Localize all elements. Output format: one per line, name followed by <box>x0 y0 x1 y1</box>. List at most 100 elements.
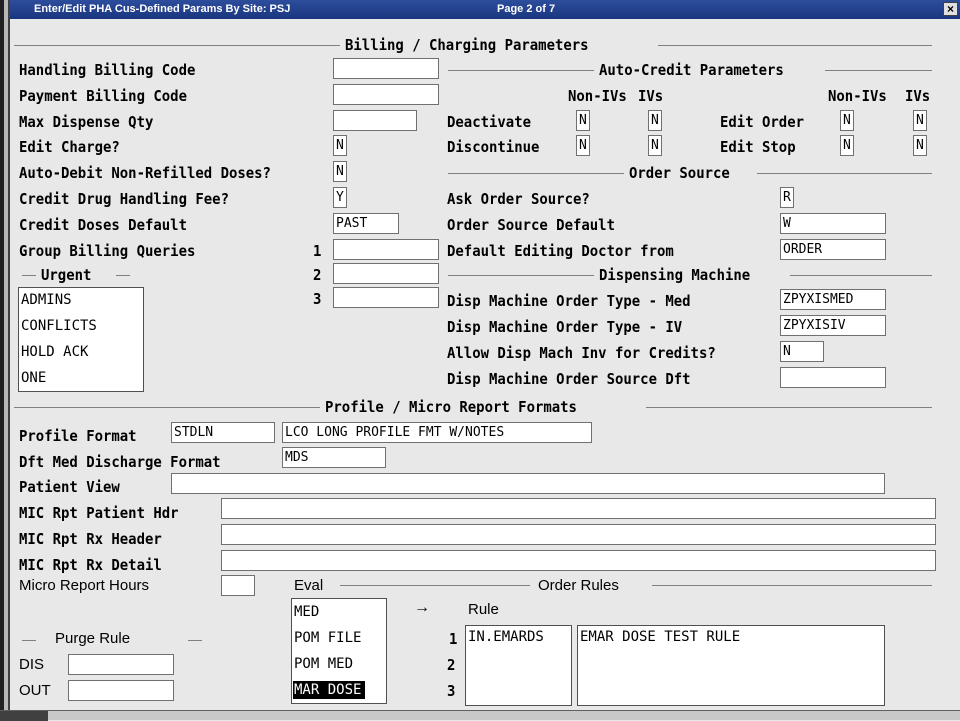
urgent-title: Urgent <box>41 266 92 284</box>
editing-doctor-field[interactable]: ORDER <box>780 239 886 260</box>
dispensing-rule-left <box>448 275 594 276</box>
disp-type-med-label: Disp Machine Order Type - Med <box>447 292 691 310</box>
group-billing-query-num-1: 1 <box>313 242 322 260</box>
deactivate-ivs-field[interactable]: N <box>648 110 662 131</box>
urgent-rule-left <box>22 275 36 276</box>
payment-billing-code-label: Payment Billing Code <box>19 87 187 105</box>
allow-disp-inv-field[interactable]: N <box>780 341 824 362</box>
urgent-item[interactable]: CONFLICTS <box>20 317 97 335</box>
order-rules-rule-left <box>340 585 530 586</box>
eval-listbox[interactable]: MED POM FILE POM MED MAR DOSE <box>291 598 387 704</box>
disp-type-iv-field[interactable]: ZPYXISIV <box>780 315 886 336</box>
mic-rx-detail-label: MIC Rpt Rx Detail <box>19 556 162 574</box>
order-rule-description: EMAR DOSE TEST RULE <box>580 629 741 645</box>
edit-charge-label: Edit Charge? <box>19 138 120 156</box>
dispensing-rule-right <box>790 275 932 276</box>
discontinue-label: Discontinue <box>447 138 540 156</box>
billing-rule-left <box>14 45 340 46</box>
auto-credit-col-nonivs-2: Non-IVs <box>828 87 887 105</box>
credit-doses-default-field[interactable]: PAST <box>333 213 399 234</box>
purge-out-field[interactable] <box>68 680 174 701</box>
micro-report-hours-field[interactable] <box>221 575 255 596</box>
disp-source-dft-field[interactable] <box>780 367 886 388</box>
purge-rule-left <box>22 640 36 641</box>
group-billing-queries-label: Group Billing Queries <box>19 242 196 260</box>
order-rule-desc-list: EMAR DOSE TEST RULE <box>577 625 885 706</box>
eval-item-selected[interactable]: MAR DOSE <box>293 681 366 699</box>
dft-med-discharge-field[interactable]: MDS <box>282 447 386 468</box>
auto-credit-col-ivs-2: IVs <box>905 87 931 105</box>
handling-billing-code-label: Handling Billing Code <box>19 61 196 79</box>
order-source-default-field[interactable]: W <box>780 213 886 234</box>
params-window: Enter/Edit PHA Cus-Defined Params By Sit… <box>10 0 960 710</box>
order-source-rule-right <box>757 173 932 174</box>
handling-billing-code-field[interactable] <box>333 58 439 79</box>
patient-view-field[interactable] <box>171 473 885 494</box>
status-strip <box>0 710 960 721</box>
discontinue-nonivs-field[interactable]: N <box>576 135 590 156</box>
eval-item[interactable]: POM MED <box>293 655 353 673</box>
rule-column-header: Rule <box>468 601 499 618</box>
disp-source-dft-label: Disp Machine Order Source Dft <box>447 370 691 388</box>
deactivate-label: Deactivate <box>447 113 531 131</box>
urgent-item[interactable]: ADMINS <box>20 291 72 309</box>
mic-patient-hdr-field[interactable] <box>221 498 936 519</box>
purge-dis-field[interactable] <box>68 654 174 675</box>
allow-disp-inv-label: Allow Disp Mach Inv for Credits? <box>447 344 716 362</box>
edit-order-ivs-field[interactable]: N <box>913 110 927 131</box>
auto-credit-col-ivs: IVs <box>638 87 664 105</box>
editing-doctor-label: Default Editing Doctor from <box>447 242 674 260</box>
order-rule-code-list[interactable]: IN.EMARDS <box>465 625 572 706</box>
edit-stop-ivs-field[interactable]: N <box>913 135 927 156</box>
eval-title: Eval <box>294 577 324 594</box>
urgent-item[interactable]: ONE <box>20 369 46 387</box>
left-frame-edge <box>0 0 10 720</box>
auto-credit-title: Auto-Credit Parameters <box>599 61 784 79</box>
discontinue-ivs-field[interactable]: N <box>648 135 662 156</box>
mic-rx-detail-field[interactable] <box>221 550 936 571</box>
order-rule-num-3: 3 <box>447 682 456 700</box>
dispensing-title: Dispensing Machine <box>599 266 751 284</box>
auto-credit-rule-right <box>825 70 932 71</box>
purge-dis-label: DIS <box>19 656 45 673</box>
auto-credit-rule-left <box>448 70 594 71</box>
title-bar: Enter/Edit PHA Cus-Defined Params By Sit… <box>10 0 960 19</box>
micro-report-hours-label: Micro Report Hours <box>19 577 150 594</box>
order-source-rule-left <box>448 173 624 174</box>
disp-type-iv-label: Disp Machine Order Type - IV <box>447 318 683 336</box>
eval-item[interactable]: MED <box>293 603 319 621</box>
urgent-rule-right <box>116 275 130 276</box>
mic-rx-header-field[interactable] <box>221 524 936 545</box>
window-title: Enter/Edit PHA Cus-Defined Params By Sit… <box>34 3 291 15</box>
profile-format-code-field[interactable]: STDLN <box>171 422 275 443</box>
urgent-listbox[interactable]: ADMINS CONFLICTS HOLD ACK ONE <box>18 287 144 392</box>
close-button[interactable]: × <box>943 2 958 16</box>
order-rules-title: Order Rules <box>538 577 619 594</box>
group-billing-query-field-3[interactable] <box>333 287 439 308</box>
disp-type-med-field[interactable]: ZPYXISMED <box>780 289 886 310</box>
auto-credit-col-nonivs: Non-IVs <box>568 87 627 105</box>
group-billing-query-field-2[interactable] <box>333 263 439 284</box>
profile-rule-left <box>14 407 320 408</box>
left-frame-stripe <box>0 0 4 720</box>
max-dispense-qty-field[interactable] <box>333 110 417 131</box>
order-rule-code[interactable]: IN.EMARDS <box>467 628 544 646</box>
edit-order-nonivs-field[interactable]: N <box>840 110 854 131</box>
deactivate-nonivs-field[interactable]: N <box>576 110 590 131</box>
urgent-item[interactable]: HOLD ACK <box>20 343 88 361</box>
page-indicator: Page 2 of 7 <box>497 3 556 15</box>
group-billing-query-field-1[interactable] <box>333 239 439 260</box>
dft-med-discharge-label: Dft Med Discharge Format <box>19 453 221 471</box>
credit-doses-default-label: Credit Doses Default <box>19 216 187 234</box>
credit-drug-fee-field[interactable]: Y <box>333 187 347 208</box>
edit-charge-field[interactable]: N <box>333 135 347 156</box>
payment-billing-code-field[interactable] <box>333 84 439 105</box>
eval-item[interactable]: POM FILE <box>293 629 361 647</box>
profile-format-desc-field: LCO LONG PROFILE FMT W/NOTES <box>282 422 592 443</box>
ask-order-source-label: Ask Order Source? <box>447 190 590 208</box>
ask-order-source-field[interactable]: R <box>780 187 794 208</box>
auto-debit-field[interactable]: N <box>333 161 347 182</box>
edit-stop-nonivs-field[interactable]: N <box>840 135 854 156</box>
order-source-title: Order Source <box>629 164 730 182</box>
group-billing-query-num-2: 2 <box>313 266 322 284</box>
